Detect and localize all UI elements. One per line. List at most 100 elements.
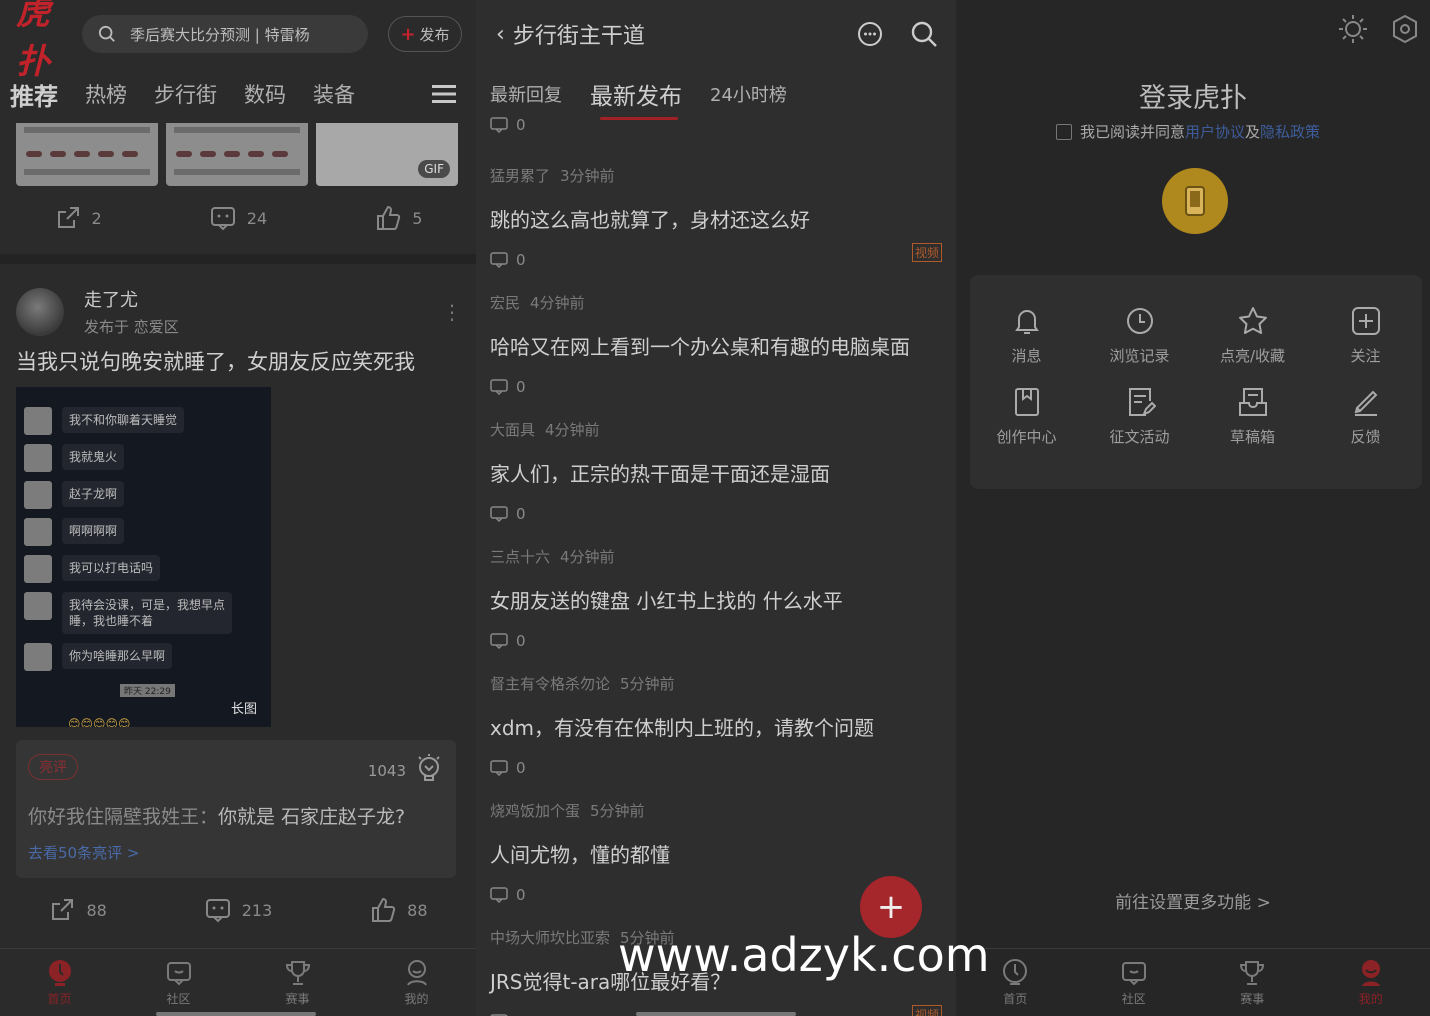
grid-item-drafts[interactable]: 草稿箱 bbox=[1196, 386, 1309, 467]
post-section[interactable]: 发布于 恋爱区 bbox=[84, 316, 179, 337]
post-title[interactable]: 女朋友送的键盘 小红书上找的 什么水平 bbox=[490, 585, 942, 614]
comment-icon bbox=[205, 899, 230, 923]
lightbulb-icon[interactable] bbox=[416, 754, 442, 784]
tab-24h[interactable]: 24小时榜 bbox=[710, 81, 787, 107]
publish-button[interactable]: + 发布 bbox=[388, 16, 462, 52]
tab-latest-reply[interactable]: 最新回复 bbox=[490, 81, 562, 107]
privacy-policy-link[interactable]: 隐私政策 bbox=[1260, 121, 1320, 142]
menu-icon[interactable] bbox=[432, 84, 456, 104]
more-settings-link[interactable]: 前往设置更多功能 > bbox=[956, 888, 1430, 913]
grid-label: 消息 bbox=[1011, 347, 1042, 365]
view-hot-comments-link[interactable]: 去看50条亮评 > bbox=[28, 842, 139, 863]
post-title[interactable]: 跳的这么高也就算了，身材还这么好 bbox=[490, 204, 942, 233]
tabbar-me[interactable]: 我的 bbox=[357, 949, 476, 1016]
search-icon[interactable] bbox=[910, 20, 938, 48]
comment-icon bbox=[490, 117, 508, 133]
settings-icon[interactable] bbox=[1390, 14, 1420, 44]
login-title[interactable]: 登录虎扑 bbox=[956, 76, 1430, 115]
post-user[interactable]: 大面具 bbox=[490, 421, 535, 439]
search-bar[interactable]: 季后赛大比分预测 | 特雷杨 bbox=[82, 15, 368, 53]
image-thumb[interactable] bbox=[166, 123, 308, 186]
image-thumb[interactable] bbox=[16, 123, 158, 186]
board-topbar: ‹ 步行街主干道 bbox=[476, 0, 956, 68]
grid-item-messages[interactable]: 消息 bbox=[970, 305, 1083, 386]
grid-item-history[interactable]: 浏览记录 bbox=[1083, 305, 1196, 386]
post-title[interactable]: 人间尤物，懂的都懂 bbox=[490, 839, 942, 868]
grid-item-favorites[interactable]: 点亮/收藏 bbox=[1196, 305, 1309, 386]
chat-avatar bbox=[24, 592, 52, 620]
share-button[interactable]: 88 bbox=[48, 896, 107, 924]
tabbar-matches[interactable]: 赛事 bbox=[1193, 949, 1312, 1016]
tab-latest-post[interactable]: 最新发布 bbox=[590, 77, 682, 111]
post-user[interactable]: 烧鸡饭加个蛋 bbox=[490, 802, 580, 820]
tabbar-home-label: 首页 bbox=[1003, 992, 1028, 1006]
gif-thumb[interactable]: GIF bbox=[316, 123, 458, 186]
list-item[interactable]: 大面具 4分钟前 家人们，正宗的热干面是干面还是湿面 0 bbox=[490, 419, 942, 523]
list-item[interactable]: 宏民 4分钟前 哈哈又在网上看到一个办公桌和有趣的电脑桌面 0 bbox=[490, 292, 942, 396]
tabbar-me-label: 我的 bbox=[404, 992, 429, 1006]
divider bbox=[0, 254, 476, 264]
comment-button[interactable]: 24 bbox=[209, 204, 267, 232]
avatar[interactable] bbox=[16, 287, 64, 336]
prev-post-images: GIF bbox=[16, 123, 458, 186]
like-button[interactable]: 5 bbox=[374, 204, 422, 232]
long-image[interactable]: 我不和你聊着天睡觉 我就鬼火 赵子龙啊 啊啊啊啊 我可以打电话吗 我待会没课，可… bbox=[16, 387, 271, 727]
grid-item-feedback[interactable]: 反馈 bbox=[1309, 386, 1422, 467]
post-title[interactable]: 当我只说句晚安就睡了，女朋友反应笑死我 bbox=[16, 346, 415, 376]
comment-icon bbox=[490, 506, 508, 522]
post-user[interactable]: 督主有令格杀勿论 bbox=[490, 675, 610, 693]
clock-icon bbox=[1126, 308, 1153, 334]
home-icon bbox=[1003, 959, 1028, 985]
trophy-icon bbox=[285, 961, 310, 985]
grid-item-follow[interactable]: 关注 bbox=[1309, 305, 1422, 386]
comment-count: 0 bbox=[516, 378, 526, 396]
phone-login-button[interactable] bbox=[1162, 168, 1228, 234]
phone-icon bbox=[1185, 186, 1205, 216]
hot-comment-body: 你就是 石家庄赵子龙? bbox=[218, 806, 406, 828]
like-button[interactable]: 88 bbox=[369, 896, 428, 924]
grid-item-creator[interactable]: 创作中心 bbox=[970, 386, 1083, 467]
tab-gear[interactable]: 装备 bbox=[313, 79, 355, 109]
tabbar-community[interactable]: 社区 bbox=[1075, 949, 1194, 1016]
tab-hot[interactable]: 热榜 bbox=[85, 79, 127, 109]
tabbar-home-label: 首页 bbox=[47, 992, 72, 1006]
more-icon[interactable]: ⋮ bbox=[442, 300, 462, 324]
grid-label: 关注 bbox=[1350, 347, 1381, 365]
user-agreement-link[interactable]: 用户协议 bbox=[1185, 121, 1245, 142]
post-user[interactable]: 猛男累了 bbox=[490, 167, 550, 185]
tabbar-community[interactable]: 社区 bbox=[119, 949, 238, 1016]
list-item[interactable]: 三点十六 4分钟前 女朋友送的键盘 小红书上找的 什么水平 0 bbox=[490, 546, 942, 650]
agree-checkbox[interactable] bbox=[1056, 123, 1072, 140]
brightness-icon[interactable] bbox=[1338, 14, 1368, 44]
plus-icon: + bbox=[876, 887, 906, 927]
like-count: 88 bbox=[407, 900, 428, 920]
chat-avatar bbox=[24, 555, 52, 583]
list-item[interactable]: 督主有令格杀勿论 5分钟前 xdm，有没有在体制内上班的，请教个问题 0 bbox=[490, 673, 942, 777]
grid-label: 点亮/收藏 bbox=[1219, 347, 1286, 365]
bottom-tabbar: 首页 社区 赛事 我的 bbox=[956, 948, 1430, 1016]
post-user[interactable]: 中场大师坎比亚索 bbox=[490, 929, 610, 947]
post-title[interactable]: xdm，有没有在体制内上班的，请教个问题 bbox=[490, 712, 942, 741]
tabbar-matches[interactable]: 赛事 bbox=[238, 949, 357, 1016]
tab-digital[interactable]: 数码 bbox=[244, 79, 286, 109]
list-item: 0 bbox=[490, 116, 942, 134]
tabbar-me[interactable]: 我的 bbox=[1312, 949, 1430, 1016]
chat-icon[interactable] bbox=[856, 20, 884, 48]
tab-street[interactable]: 步行街 bbox=[154, 79, 217, 109]
back-icon[interactable]: ‹ bbox=[496, 22, 505, 47]
home-indicator bbox=[156, 1012, 316, 1016]
grid-item-contest[interactable]: 征文活动 bbox=[1083, 386, 1196, 467]
comment-button[interactable]: 213 bbox=[204, 896, 272, 924]
long-image-label: 长图 bbox=[230, 702, 257, 717]
list-item[interactable]: 猛男累了 3分钟前 跳的这么高也就算了，身材还这么好 0 视频 bbox=[490, 165, 942, 269]
post-user[interactable]: 宏民 bbox=[490, 294, 520, 312]
share-button[interactable]: 2 bbox=[54, 204, 102, 232]
hot-comment-card[interactable]: 亮评 1043 你好我住隔壁我姓王：你就是 石家庄赵子龙? 去看50条亮评 > bbox=[16, 740, 456, 878]
author-name[interactable]: 走了尤 bbox=[84, 286, 179, 312]
post-user[interactable]: 三点十六 bbox=[490, 548, 550, 566]
trophy-icon bbox=[1240, 961, 1265, 985]
tabbar-home[interactable]: 首页 bbox=[0, 949, 119, 1016]
tab-recommend[interactable]: 推荐 bbox=[10, 77, 58, 112]
post-title[interactable]: 哈哈又在网上看到一个办公桌和有趣的电脑桌面 bbox=[490, 331, 942, 360]
post-title[interactable]: 家人们，正宗的热干面是干面还是湿面 bbox=[490, 458, 942, 487]
